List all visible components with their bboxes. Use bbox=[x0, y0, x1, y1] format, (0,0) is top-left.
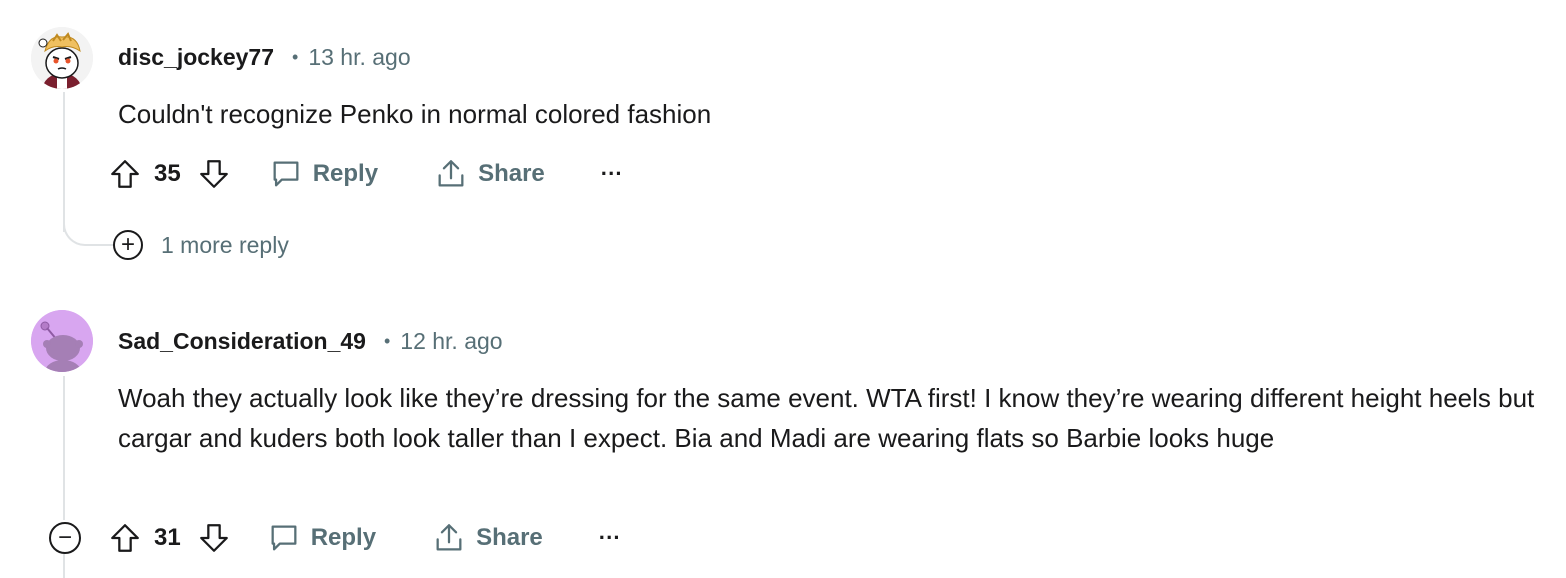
avatar[interactable] bbox=[31, 310, 93, 372]
downvote-button[interactable] bbox=[197, 521, 231, 555]
share-icon bbox=[438, 160, 464, 187]
comment-body: Couldn't recognize Penko in normal color… bbox=[118, 99, 712, 129]
reply-button[interactable]: Reply bbox=[267, 521, 376, 555]
meta-separator: • bbox=[292, 47, 299, 67]
thread-line-1-curve bbox=[63, 212, 113, 246]
share-label: Share bbox=[476, 524, 543, 551]
thread-line-1 bbox=[63, 92, 65, 232]
more-options-button[interactable]: ··· bbox=[601, 161, 623, 187]
more-replies-label: 1 more reply bbox=[161, 231, 289, 258]
user-avatar-icon bbox=[31, 27, 93, 89]
meta-separator: • bbox=[383, 331, 391, 351]
reply-label: Reply bbox=[312, 160, 379, 187]
username[interactable]: Sad_Consideration_49 bbox=[118, 328, 366, 355]
more-options-button[interactable]: ··· bbox=[599, 525, 621, 551]
snoo-avatar-icon bbox=[31, 310, 93, 372]
comment-bubble-icon bbox=[271, 525, 297, 551]
comment-body: Woah they actually look like they’re dre… bbox=[118, 383, 1535, 453]
upvote-button[interactable] bbox=[108, 521, 142, 555]
downvote-icon bbox=[199, 160, 228, 188]
share-icon bbox=[436, 524, 462, 551]
username[interactable]: disc_jockey77 bbox=[118, 44, 274, 71]
vote-count: 31 bbox=[154, 524, 181, 551]
collapse-thread-button[interactable]: − bbox=[49, 522, 81, 554]
upvote-icon bbox=[111, 524, 139, 552]
reply-button[interactable]: Reply bbox=[269, 157, 378, 191]
thread-line-2 bbox=[63, 376, 65, 520]
reply-label: Reply bbox=[310, 524, 377, 551]
share-label: Share bbox=[478, 160, 545, 187]
comment-meta: Sad_Consideration_49 • 12 hr. ago bbox=[118, 328, 503, 355]
vote-count: 35 bbox=[154, 160, 181, 187]
expand-icon: + bbox=[113, 230, 143, 260]
timestamp[interactable]: 13 hr. ago bbox=[308, 44, 410, 71]
timestamp[interactable]: 12 hr. ago bbox=[400, 328, 502, 355]
share-button[interactable]: Share bbox=[432, 521, 543, 555]
more-replies-link[interactable]: + 1 more reply bbox=[113, 230, 289, 260]
share-button[interactable]: Share bbox=[434, 157, 545, 191]
thread-line-2-bottom bbox=[63, 554, 65, 578]
upvote-button[interactable] bbox=[108, 157, 142, 191]
downvote-button[interactable] bbox=[197, 157, 231, 191]
comment-actions: 31 Reply Share ··· bbox=[108, 516, 621, 560]
downvote-icon bbox=[199, 524, 228, 552]
comment-actions: 35 Reply Share ··· bbox=[108, 152, 623, 196]
avatar[interactable] bbox=[31, 27, 93, 89]
comment-meta: disc_jockey77 • 13 hr. ago bbox=[118, 44, 411, 71]
comment-bubble-icon bbox=[273, 161, 299, 187]
upvote-icon bbox=[111, 160, 139, 188]
